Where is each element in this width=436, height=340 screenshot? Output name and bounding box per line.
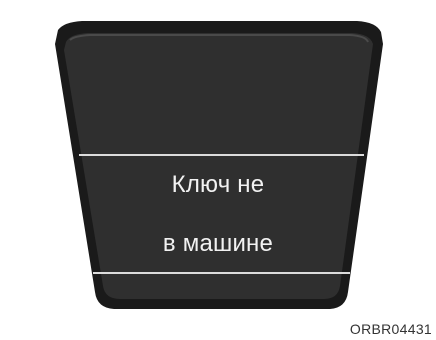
display-screen — [64, 33, 373, 299]
display-frame — [55, 21, 383, 309]
cluster-display-illustration: Ключ не в машине ORBR04431 — [0, 0, 436, 340]
warning-message-line-1: Ключ не — [171, 171, 265, 198]
warning-message-line-2: в машине — [162, 230, 274, 257]
figure-code-label: ORBR04431 — [349, 321, 432, 337]
